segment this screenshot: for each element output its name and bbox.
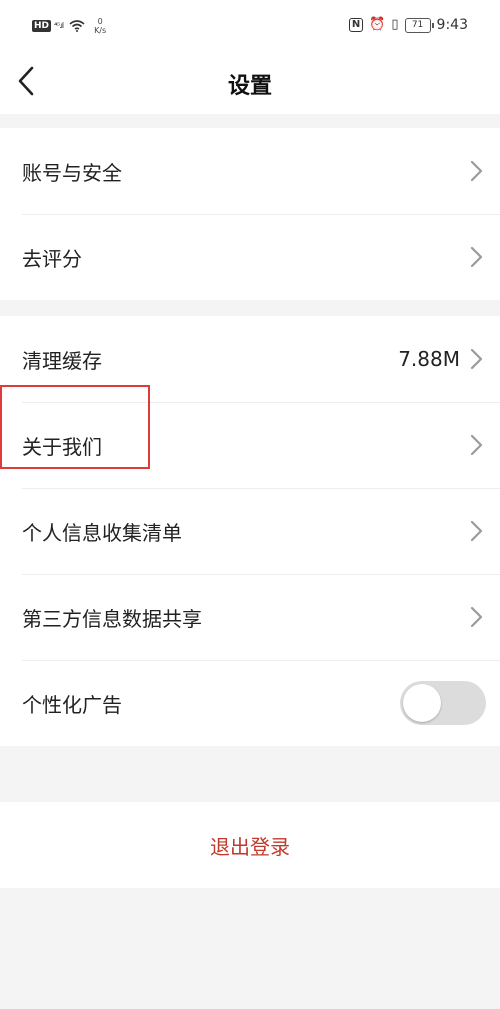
- net-speed-value: 0: [97, 17, 103, 26]
- account-security-row[interactable]: 账号与安全: [0, 128, 500, 214]
- hd-icon: HD: [32, 20, 52, 32]
- about-us-row[interactable]: 关于我们: [0, 402, 500, 488]
- personalized-ads-label: 个性化广告: [22, 692, 122, 717]
- personal-info-list-label: 个人信息收集清单: [22, 520, 182, 545]
- personalized-ads-toggle[interactable]: [400, 681, 486, 725]
- chevron-right-icon: [470, 520, 483, 542]
- chevron-right-icon: [470, 606, 483, 628]
- clear-cache-label: 清理缓存: [22, 348, 102, 373]
- page-title: 设置: [227, 74, 272, 99]
- nav-bar: 设置: [0, 50, 500, 114]
- about-us-label: 关于我们: [22, 434, 102, 459]
- chevron-right-icon: [470, 160, 483, 182]
- status-bar: HD ⁴ᴳ.ıl 0 K/s N ⏰ ▯ 71 9:43: [0, 0, 500, 50]
- chevron-right-icon: [470, 246, 483, 268]
- third-party-sharing-row[interactable]: 第三方信息数据共享: [0, 574, 500, 660]
- chevron-right-icon: [470, 348, 483, 370]
- vibrate-icon: ▯: [391, 17, 399, 32]
- third-party-sharing-label: 第三方信息数据共享: [22, 606, 202, 631]
- status-left: HD ⁴ᴳ.ıl 0 K/s: [32, 17, 109, 35]
- status-right: N ⏰ ▯ 71 9:43: [343, 17, 468, 33]
- cache-size-value: 7.88M: [398, 347, 460, 371]
- nfc-icon: N: [348, 18, 364, 32]
- rate-app-label: 去评分: [22, 246, 82, 271]
- status-time: 9:43: [436, 17, 468, 33]
- clear-cache-row[interactable]: 清理缓存 7.88M: [0, 316, 500, 402]
- battery-icon: 71: [404, 17, 434, 33]
- signal-icon: ⁴ᴳ.ıl: [54, 21, 64, 30]
- net-speed: 0 K/s: [91, 17, 109, 35]
- toggle-knob: [403, 684, 441, 722]
- rate-app-row[interactable]: 去评分: [0, 214, 500, 300]
- settings-group-general: 清理缓存 7.88M 关于我们 个人信息收集清单 第三方信息数据共享 个性化广告: [0, 316, 500, 746]
- personal-info-list-row[interactable]: 个人信息收集清单: [0, 488, 500, 574]
- wifi-icon: [69, 20, 85, 32]
- logout-label: 退出登录: [210, 834, 290, 859]
- account-security-label: 账号与安全: [22, 160, 122, 185]
- chevron-right-icon: [470, 434, 483, 456]
- net-speed-unit: K/s: [94, 26, 107, 35]
- alarm-icon: ⏰: [369, 17, 386, 32]
- logout-button[interactable]: 退出登录: [0, 802, 500, 888]
- personalized-ads-row: 个性化广告: [0, 660, 500, 746]
- settings-group-account: 账号与安全 去评分: [0, 128, 500, 300]
